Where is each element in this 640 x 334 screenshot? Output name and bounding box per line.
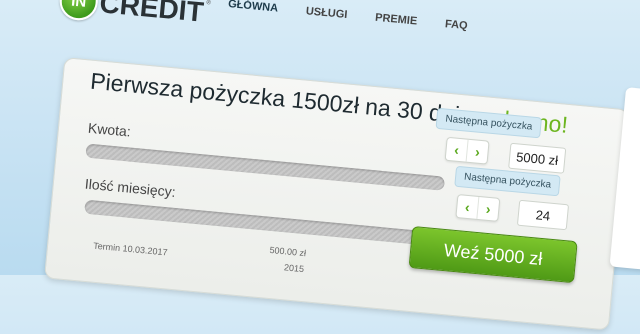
months-stepper[interactable]: ‹ › — [455, 194, 501, 222]
logo-trademark: ® — [206, 0, 212, 7]
main-nav: GŁÓWNA USŁUGI PREMIE FAQ — [228, 0, 469, 32]
chevron-right-icon[interactable]: › — [465, 139, 489, 164]
nav-item-uslugi[interactable]: USŁUGI — [305, 5, 347, 21]
chevron-right-icon[interactable]: › — [476, 196, 500, 221]
amount-value-field[interactable]: 5000 zł — [508, 142, 567, 174]
chevron-left-icon[interactable]: ‹ — [446, 138, 468, 162]
logo-wordmark: CREDIT — [98, 0, 205, 28]
incredit-logo[interactable]: IN CREDIT ® — [58, 0, 212, 32]
amount-stepper[interactable]: ‹ › — [444, 136, 490, 165]
chevron-left-icon[interactable]: ‹ — [456, 195, 478, 219]
nav-item-faq[interactable]: FAQ — [444, 18, 468, 32]
nav-item-glowna[interactable]: GŁÓWNA — [228, 0, 279, 15]
months-value-field[interactable]: 24 — [516, 199, 570, 231]
logo-badge: IN — [58, 0, 100, 22]
nav-item-premie[interactable]: PREMIE — [375, 12, 418, 28]
page-stage: IN CREDIT ® GŁÓWNA USŁUGI PREMIE FAQ Pie… — [0, 0, 640, 331]
summary-year: 2015 — [283, 262, 305, 275]
